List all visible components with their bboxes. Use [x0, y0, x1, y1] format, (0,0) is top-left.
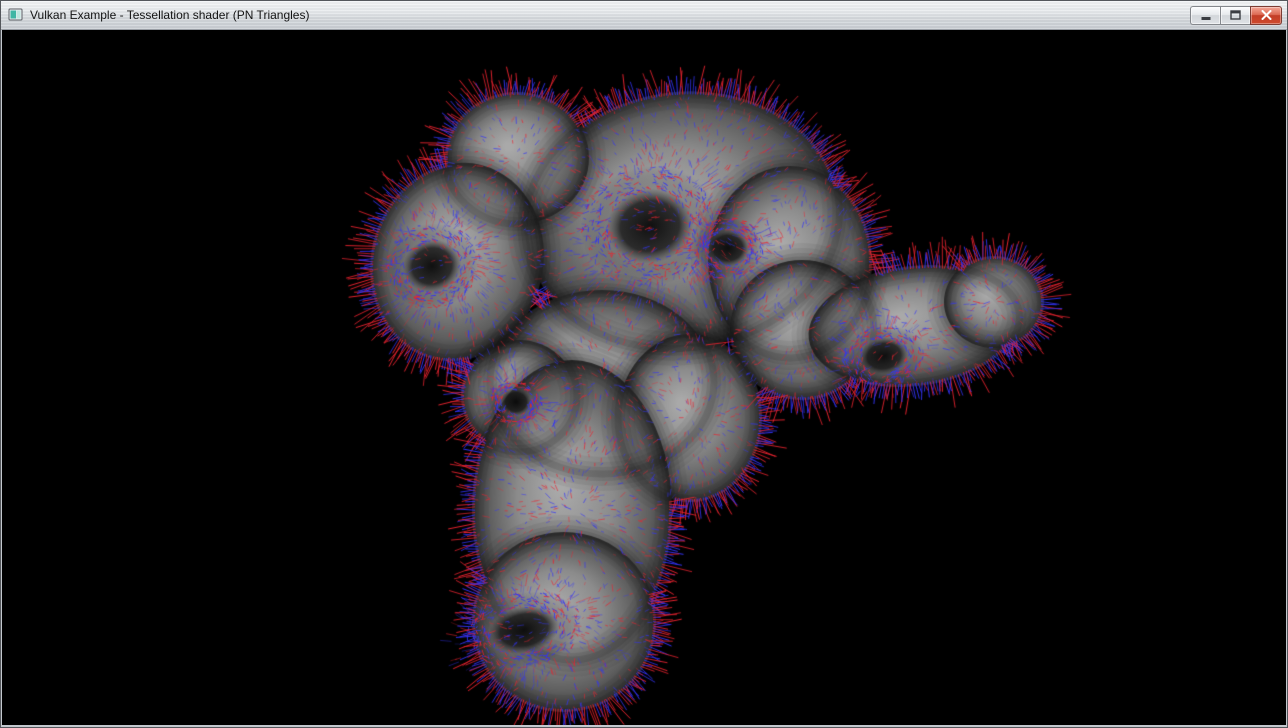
app-window: Vulkan Example - Tessellation shader (PN… [0, 0, 1288, 728]
app-icon [8, 7, 24, 23]
maximize-button[interactable] [1220, 6, 1250, 25]
minimize-button[interactable] [1190, 6, 1220, 25]
window-title: Vulkan Example - Tessellation shader (PN… [30, 8, 1190, 22]
minimize-icon [1201, 11, 1211, 20]
maximize-icon [1230, 10, 1241, 20]
close-button[interactable] [1250, 6, 1282, 25]
render-canvas[interactable] [2, 30, 1286, 725]
close-icon [1261, 10, 1272, 20]
window-controls [1190, 6, 1282, 25]
render-viewport[interactable] [1, 30, 1287, 727]
title-bar[interactable]: Vulkan Example - Tessellation shader (PN… [1, 1, 1287, 30]
